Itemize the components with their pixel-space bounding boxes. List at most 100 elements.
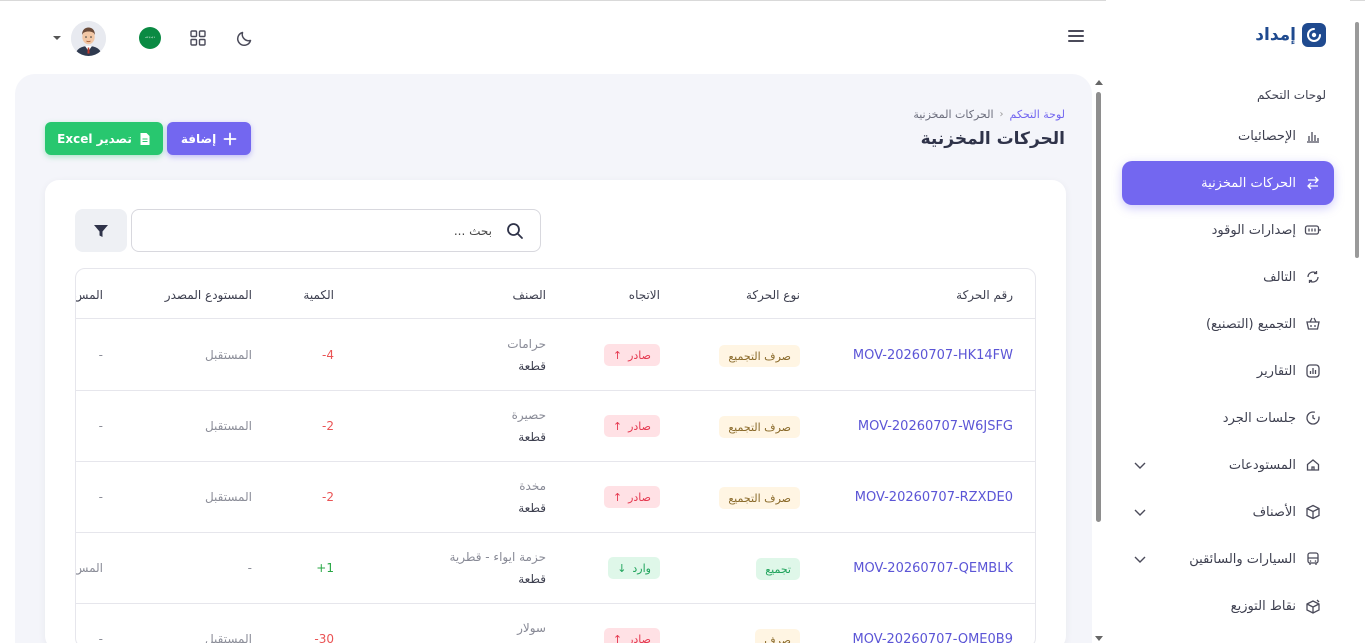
sidebar-item-label: الأصناف — [1252, 504, 1296, 520]
sidebar-item-vehicles-drivers[interactable]: السيارات والسائقين — [1122, 537, 1334, 581]
sidebar-item-damaged[interactable]: التالف — [1122, 255, 1334, 299]
sidebar-scrollbar-thumb[interactable] — [1355, 22, 1359, 258]
bus-icon — [1304, 550, 1322, 568]
chevron-down-icon[interactable] — [1132, 554, 1148, 564]
add-button[interactable]: إضافة — [167, 122, 251, 155]
breadcrumb-home-link[interactable]: لوحة التحكم — [1010, 108, 1065, 121]
movement-number-link[interactable]: MOV-20260707-W6JSFG — [858, 419, 1013, 434]
language-flag-icon[interactable]: لا إله إلا الله — [139, 27, 161, 49]
scroll-down-arrow-icon[interactable] — [1095, 636, 1103, 641]
item-unit: قطعة — [518, 359, 546, 373]
movement-number-link[interactable]: MOV-20260707-QEMBLK — [853, 561, 1013, 576]
filter-icon — [94, 224, 108, 237]
item-name: حزمة ايواء - قطرية — [449, 550, 547, 564]
chevron-down-icon[interactable] — [1132, 507, 1148, 517]
item-name: حرامات — [507, 337, 546, 351]
sidebar-item-assembly[interactable]: التجميع (التصنيع) — [1122, 302, 1334, 346]
source-warehouse: المستقبل — [204, 632, 252, 643]
sidebar-item-fuel-issues[interactable]: إصدارات الوقود — [1122, 208, 1334, 252]
source-warehouse: المستقبل — [204, 490, 252, 504]
chart-icon — [1304, 127, 1322, 145]
user-avatar[interactable] — [71, 21, 106, 56]
direction-badge: وارد ↓ — [608, 557, 660, 579]
column-header-item[interactable]: الصنف — [513, 288, 546, 302]
movement-type-badge: تجميع — [756, 558, 800, 580]
column-header-destination-warehouse[interactable]: المس — [76, 288, 103, 302]
sidebar-item-label: نقاط التوزيع — [1230, 598, 1296, 614]
direction-badge: صادر ↑ — [603, 486, 660, 508]
report-icon — [1304, 362, 1322, 380]
sidebar-item-label: التقارير — [1256, 363, 1296, 379]
sidebar-item-items[interactable]: الأصناف — [1122, 490, 1334, 534]
arrow-up-icon: ↑ — [612, 419, 623, 433]
main-scrollbar-thumb[interactable] — [1096, 92, 1101, 522]
table-row[interactable]: MOV-20260707-RZXDE0 صرف التجميع صادر ↑ مخدة ق… — [76, 462, 1035, 533]
scroll-up-arrow-icon[interactable] — [1095, 80, 1103, 85]
sidebar-item-reports[interactable]: التقارير — [1122, 349, 1334, 393]
item-unit: قطعة — [518, 430, 546, 444]
movement-number-link[interactable]: MOV-20260707-HK14FW — [853, 348, 1013, 363]
user-menu-caret-icon[interactable] — [53, 36, 61, 40]
brand-logo[interactable]: إمداد — [1255, 23, 1326, 47]
column-header-movement-type[interactable]: نوع الحركة — [746, 288, 800, 302]
destination-warehouse: - — [98, 419, 103, 433]
quantity-value: 2- — [322, 419, 334, 433]
destination-warehouse: - — [98, 490, 103, 504]
column-header-source-warehouse[interactable]: المستودع المصدر — [165, 288, 252, 302]
movement-number-link[interactable]: MOV-20260707-QME0B9 — [852, 632, 1013, 643]
table-row[interactable]: MOV-20260707-HK14FW صرف التجميع صادر ↑ حراما… — [76, 320, 1035, 391]
arrow-up-icon: ↑ — [612, 348, 623, 362]
column-header-direction[interactable]: الاتجاه — [629, 288, 660, 302]
export-excel-button[interactable]: تصدير Excel — [45, 122, 163, 155]
direction-badge: صادر ↑ — [603, 628, 660, 643]
filter-button[interactable] — [75, 209, 127, 252]
movement-type-badge: صرف التجميع — [719, 416, 800, 438]
sidebar-item-statistics[interactable]: الإحصائيات — [1122, 114, 1334, 158]
search-icon — [506, 222, 524, 244]
sidebar-scrollbar[interactable] — [1352, 22, 1362, 262]
sidebar-item-inventory-movements[interactable]: الحركات المخزنية — [1122, 161, 1334, 205]
table-row[interactable]: MOV-20260707-QME0B9 صرف صادر ↑ سولار 30- المست… — [76, 604, 1035, 643]
sidebar-item-label: جلسات الجرد — [1222, 410, 1296, 426]
movement-type-badge: صرف التجميع — [719, 345, 800, 367]
movement-type-badge: صرف التجميع — [719, 487, 800, 509]
search-input[interactable]: بحث ... — [131, 209, 541, 252]
sidebar-item-label: المستودعات — [1228, 457, 1296, 473]
brand-name: إمداد — [1255, 25, 1296, 45]
destination-warehouse: - — [98, 632, 103, 643]
movements-table: رقم الحركة نوع الحركة الاتجاه الصنف الكم… — [75, 268, 1036, 643]
direction-label: صادر — [628, 348, 651, 362]
breadcrumb: لوحة التحكم ‹ الحركات المخزنية — [913, 108, 1065, 121]
item-name: حصيرة — [511, 408, 546, 422]
battery-icon — [1304, 221, 1322, 239]
chevron-down-icon[interactable] — [1132, 460, 1148, 470]
flag-text: لا إله إلا الله — [145, 37, 155, 39]
search-placeholder: بحث ... — [453, 224, 492, 238]
column-header-movement-number[interactable]: رقم الحركة — [956, 288, 1013, 302]
main-scrollbar[interactable] — [1093, 80, 1105, 643]
column-header-quantity[interactable]: الكمية — [303, 288, 334, 302]
sidebar-item-stocktake-sessions[interactable]: جلسات الجرد — [1122, 396, 1334, 440]
export-button-label: تصدير Excel — [57, 131, 132, 146]
table-row[interactable]: MOV-20260707-W6JSFG صرف التجميع صادر ↑ حصيرة… — [76, 391, 1035, 462]
add-button-label: إضافة — [180, 131, 217, 146]
item-name: سولار — [517, 621, 546, 635]
sidebar-item-distribution-points[interactable]: نقاط التوزيع — [1122, 584, 1334, 628]
quantity-value: 30- — [314, 632, 334, 643]
direction-label: صادر — [628, 419, 651, 433]
sidebar-item-warehouses[interactable]: المستودعات — [1122, 443, 1334, 487]
movement-number-link[interactable]: MOV-20260707-RZXDE0 — [855, 490, 1013, 505]
sidebar-item-label: الحركات المخزنية — [1201, 175, 1296, 191]
file-icon — [140, 132, 150, 145]
destination-warehouse: المس — [75, 561, 103, 575]
moon-icon[interactable] — [234, 27, 256, 49]
quantity-value: 2- — [322, 490, 334, 504]
menu-toggle-icon[interactable] — [1068, 30, 1084, 44]
quantity-value: 4- — [322, 348, 334, 362]
table-row[interactable]: MOV-20260707-QEMBLK تجميع وارد ↓ حزمة ايواء … — [75, 533, 1035, 604]
plus-icon — [223, 132, 237, 145]
page-title: الحركات المخزنية — [920, 129, 1065, 149]
apps-grid-icon[interactable] — [187, 27, 209, 49]
source-warehouse: المستقبل — [204, 419, 252, 433]
item-unit: قطعة — [518, 572, 546, 586]
